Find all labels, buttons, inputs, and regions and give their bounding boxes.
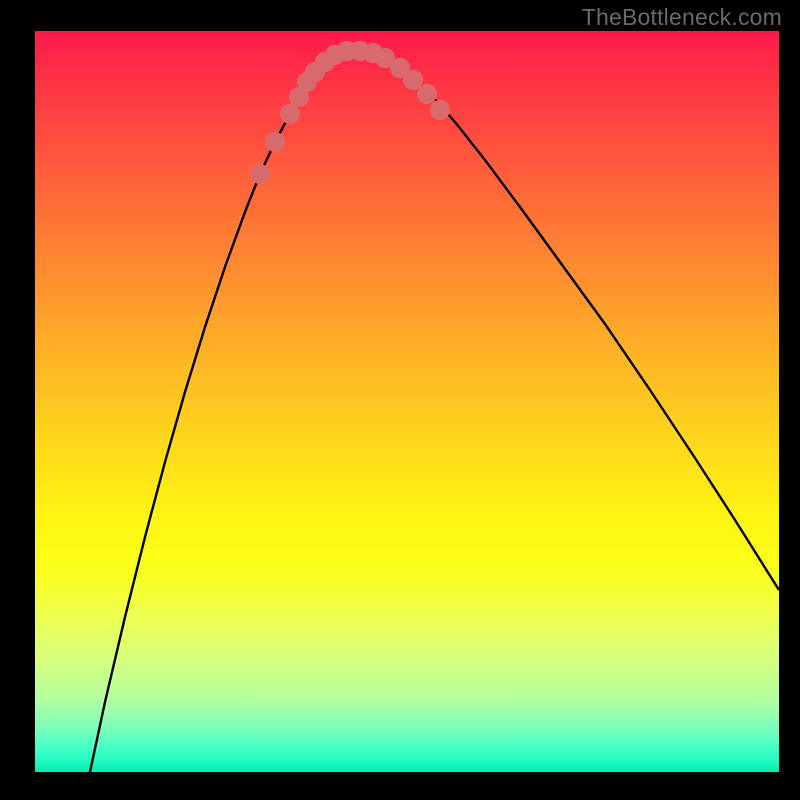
curve-marker [280,104,300,124]
curve-marker [250,164,270,184]
curve-marker [265,132,285,152]
plot-area [35,31,779,772]
curve-markers [250,41,450,184]
curve-marker [430,100,450,120]
curve-marker [417,84,437,104]
curve-svg [35,31,779,772]
chart-frame: TheBottleneck.com [0,0,800,800]
watermark-text: TheBottleneck.com [582,4,782,31]
bottleneck-curve [90,51,779,772]
